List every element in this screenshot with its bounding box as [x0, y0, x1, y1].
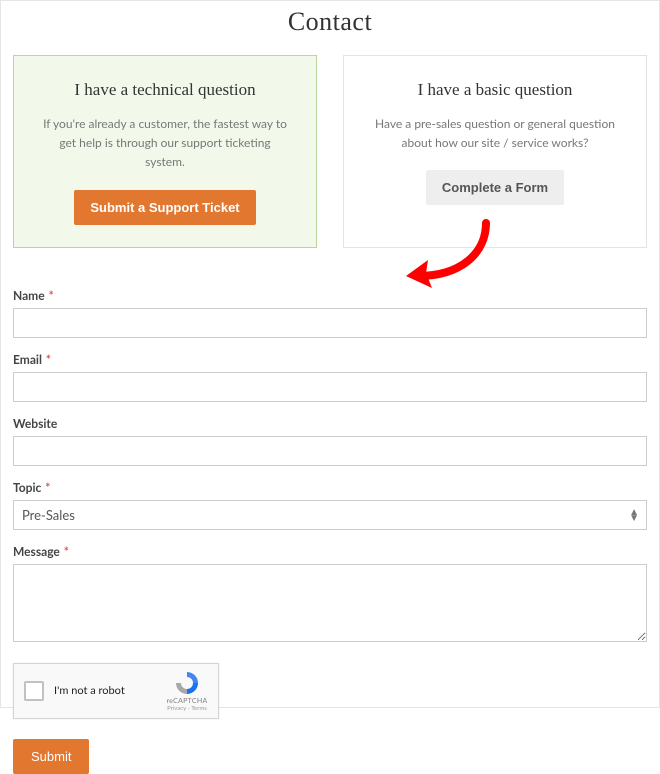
- topic-label: Topic *: [13, 480, 647, 495]
- field-website: Website: [13, 416, 647, 466]
- card-technical-title: I have a technical question: [34, 80, 296, 100]
- message-label: Message *: [13, 544, 647, 559]
- email-label-text: Email: [13, 352, 42, 367]
- name-label-text: Name: [13, 288, 45, 303]
- recaptcha-badge: reCAPTCHA Privacy - Terms: [164, 670, 210, 712]
- submit-button[interactable]: Submit: [13, 739, 89, 774]
- contact-page: Contact I have a technical question If y…: [0, 0, 660, 708]
- recaptcha-links: Privacy - Terms: [164, 705, 210, 712]
- card-technical: I have a technical question If you're al…: [13, 55, 317, 248]
- message-textarea[interactable]: [13, 564, 647, 642]
- email-label: Email *: [13, 352, 647, 367]
- field-name: Name *: [13, 288, 647, 338]
- page-title: Contact: [13, 7, 647, 37]
- message-label-text: Message: [13, 544, 60, 559]
- field-topic: Topic * Pre-Sales ▲▼: [13, 480, 647, 530]
- topic-select[interactable]: Pre-Sales: [13, 500, 647, 530]
- website-label: Website: [13, 416, 647, 431]
- website-input[interactable]: [13, 436, 647, 466]
- email-input[interactable]: [13, 372, 647, 402]
- topic-label-text: Topic: [13, 480, 41, 495]
- recaptcha-text: I'm not a robot: [54, 684, 125, 697]
- submit-support-ticket-button[interactable]: Submit a Support Ticket: [74, 190, 255, 225]
- required-mark: *: [64, 544, 69, 559]
- recaptcha-logo-icon: [174, 670, 200, 696]
- card-basic: I have a basic question Have a pre-sales…: [343, 55, 647, 248]
- recaptcha-checkbox[interactable]: [24, 681, 44, 701]
- complete-form-button[interactable]: Complete a Form: [426, 170, 564, 205]
- required-mark: *: [46, 352, 51, 367]
- field-message: Message *: [13, 544, 647, 645]
- option-cards: I have a technical question If you're al…: [13, 55, 647, 248]
- recaptcha-brand: reCAPTCHA: [164, 697, 210, 705]
- name-label: Name *: [13, 288, 647, 303]
- required-mark: *: [49, 288, 54, 303]
- name-input[interactable]: [13, 308, 647, 338]
- website-label-text: Website: [13, 416, 57, 431]
- card-basic-desc: Have a pre-sales question or general que…: [364, 114, 626, 152]
- field-email: Email *: [13, 352, 647, 402]
- card-basic-title: I have a basic question: [364, 80, 626, 100]
- required-mark: *: [45, 480, 50, 495]
- contact-form: Name * Email * Website Topic *: [13, 288, 647, 774]
- recaptcha-widget[interactable]: I'm not a robot reCAPTCHA Privacy - Term…: [13, 663, 219, 719]
- card-technical-desc: If you're already a customer, the fastes…: [34, 114, 296, 172]
